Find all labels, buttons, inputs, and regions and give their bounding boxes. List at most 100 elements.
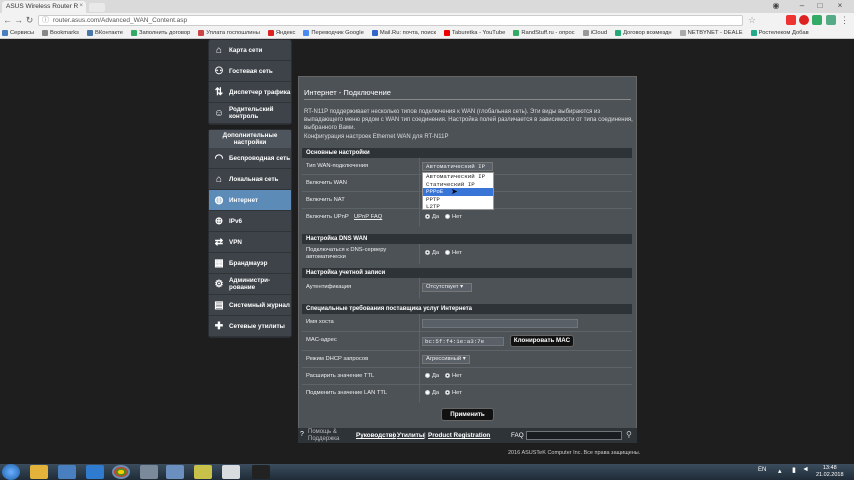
sidebar-item[interactable]: ⊕ IPv6 xyxy=(209,211,291,232)
sidebar-item[interactable]: ⇅ Диспетчер трафика xyxy=(209,82,291,103)
bookmark-item[interactable]: Уплата госпошлины xyxy=(198,30,260,36)
bookmark-item[interactable]: ВКонтакте xyxy=(87,30,123,36)
extend-ttl-no-radio[interactable]: Нет xyxy=(445,373,462,379)
back-icon[interactable]: ← xyxy=(2,13,13,28)
bookmark-item[interactable]: Bookmarks xyxy=(42,30,79,36)
hostname-row: Имя хоста xyxy=(302,314,632,332)
clock[interactable]: 13:48 21.02.2018 xyxy=(816,465,844,479)
clone-mac-button[interactable]: Клонировать MAC xyxy=(510,335,574,347)
sidebar-item[interactable]: ⚙ Администри- рование xyxy=(209,274,291,295)
menu-icon[interactable]: ⋮ xyxy=(840,15,850,25)
hostname-label: Имя хоста xyxy=(306,319,334,325)
mac-input[interactable]: bc:5f:f4:1e:a3:7e xyxy=(422,337,504,346)
language-indicator[interactable]: EN xyxy=(758,467,766,473)
extension-green-icon[interactable] xyxy=(812,15,822,25)
bookmark-label: NETBYNET - DEALE xyxy=(687,30,743,36)
bookmark-item[interactable]: NETBYNET - DEALE xyxy=(679,30,743,36)
reload-icon[interactable]: ↻ xyxy=(24,13,35,28)
auto-dns-no-radio[interactable]: Нет xyxy=(445,250,462,256)
traffic-manager-icon: ⇅ xyxy=(214,86,224,98)
media-player-icon[interactable] xyxy=(58,465,76,479)
isp-settings-header: Специальные требования поставщика услуг … xyxy=(302,304,632,314)
faq-search-input[interactable] xyxy=(526,431,622,440)
close-window-icon[interactable]: × xyxy=(834,1,846,11)
maximize-icon[interactable]: □ xyxy=(814,1,826,11)
chrome-icon[interactable] xyxy=(112,465,130,479)
bookmark-item[interactable]: RandStuff.ru - опрос xyxy=(513,30,575,36)
upnp-faq-link[interactable]: UPnP FAQ xyxy=(354,214,382,221)
lan-icon: ⌂ xyxy=(215,173,223,185)
bookmark-item[interactable]: Договор возмездн xyxy=(615,30,672,36)
wan-type-dropdown: Автоматический IP Статический IP PPPoE PPTP… xyxy=(422,172,494,210)
apply-button[interactable]: Применить xyxy=(441,408,494,421)
explorer-icon[interactable] xyxy=(30,465,48,479)
sidebar-item[interactable]: ⌂ Локальная сеть xyxy=(209,169,291,190)
bookmark-item[interactable]: Taburetka - YouTube xyxy=(444,30,505,36)
dropdown-option[interactable]: PPTP xyxy=(423,196,493,204)
minimize-icon[interactable]: – xyxy=(796,1,808,11)
extension-icon[interactable] xyxy=(786,15,796,25)
auto-dns-yes-radio[interactable]: Да xyxy=(425,250,439,256)
extend-ttl-yes-radio[interactable]: Да xyxy=(425,373,439,379)
user-icon[interactable]: ◉ xyxy=(770,1,782,11)
sidebar-item[interactable]: ☺ Родительский контроль xyxy=(209,103,291,124)
auto-dns-row: Подключаться к DNS-серверу автоматически… xyxy=(302,244,632,264)
sidebar-item[interactable]: ▦ Брандмауэр xyxy=(209,253,291,274)
sidebar-item[interactable]: ⇄ VPN xyxy=(209,232,291,253)
manual-link[interactable]: Руководство xyxy=(356,432,396,439)
document-icon[interactable] xyxy=(222,465,240,479)
volume-icon[interactable]: ◄ xyxy=(802,466,809,473)
spoof-ttl-no-radio[interactable]: Нет xyxy=(445,390,462,396)
screenshot-tool-icon[interactable] xyxy=(166,465,184,479)
sidebar-item[interactable]: ◠ Беспроводная сеть xyxy=(209,148,291,169)
title-divider xyxy=(304,99,631,100)
auth-select[interactable]: Отсутствует ▾ xyxy=(422,283,472,292)
tab-title: ASUS Wireless Router R xyxy=(6,3,79,10)
new-tab-button[interactable] xyxy=(89,3,105,12)
bookmark-item[interactable]: iCloud xyxy=(582,30,607,36)
spoof-ttl-yes-radio[interactable]: Да xyxy=(425,390,439,396)
url-bar[interactable]: ⓘ router.asus.com/Advanced_WAN_Content.as… xyxy=(38,15,743,26)
notes-icon[interactable] xyxy=(194,465,212,479)
product-registration-link[interactable]: Product Registration xyxy=(428,432,490,439)
sidebar-item[interactable]: ⌂ Карта сети xyxy=(209,40,291,61)
bookmark-item[interactable]: Mail.Ru: почта, поиск xyxy=(371,30,436,36)
dropdown-option[interactable]: L2TP xyxy=(423,203,493,211)
upnp-no-radio[interactable]: Нет xyxy=(445,214,462,220)
hostname-input[interactable] xyxy=(422,319,578,328)
utilities-link[interactable]: Утилиты xyxy=(397,432,424,439)
sidebar-item[interactable]: ▤ Системный журнал xyxy=(209,295,291,316)
close-tab-icon[interactable]: × xyxy=(79,2,83,9)
window-app-icon[interactable] xyxy=(140,465,158,479)
app-icon[interactable] xyxy=(86,465,104,479)
forward-icon[interactable]: → xyxy=(13,13,24,28)
help-support-link[interactable]: Помощь & Поддержка xyxy=(308,429,348,443)
sidebar-item[interactable]: ✚ Сетевые утилиты xyxy=(209,316,291,337)
bookmark-label: Уплата госпошлины xyxy=(206,30,260,36)
wan-type-select[interactable]: Автоматический IP ▾ xyxy=(422,162,493,177)
bookmark-item[interactable]: Ростелеком Добав xyxy=(750,30,809,36)
sidebar-item[interactable]: ◍ Интернет xyxy=(209,190,291,211)
info-icon[interactable]: ⓘ xyxy=(42,16,49,25)
bookmark-item[interactable]: Сервисы xyxy=(2,30,34,36)
bookmark-icon xyxy=(42,30,49,36)
network-icon[interactable]: ▮ xyxy=(792,466,796,474)
upnp-yes-radio[interactable]: Да xyxy=(425,214,439,220)
extension-shield-icon[interactable] xyxy=(826,15,836,25)
dropdown-option[interactable]: Автоматический IP xyxy=(423,173,493,181)
dhcp-select[interactable]: Агрессивный ▾ xyxy=(422,355,470,364)
dropdown-option[interactable]: Статический IP xyxy=(423,181,493,189)
bookmark-star-icon[interactable]: ☆ xyxy=(748,15,758,25)
bookmark-item[interactable]: Яндекс xyxy=(267,30,295,36)
bookmark-item[interactable]: Переводчик Google xyxy=(303,30,364,36)
dropdown-option[interactable]: PPPoE xyxy=(423,188,493,196)
recorder-icon[interactable] xyxy=(252,465,270,479)
browser-tab[interactable]: ASUS Wireless Router R × xyxy=(2,1,86,13)
tray-arrow-icon[interactable]: ▴ xyxy=(778,467,782,475)
opera-icon[interactable] xyxy=(799,15,809,25)
bookmark-item[interactable]: Заполнить договор xyxy=(130,30,190,36)
enable-upnp-row: Включить UPnP UPnP FAQ Да Нет xyxy=(302,209,632,226)
search-icon[interactable]: ⚲ xyxy=(626,430,632,439)
start-button[interactable] xyxy=(2,464,20,480)
sidebar-item[interactable]: ⚇ Гостевая сеть xyxy=(209,61,291,82)
